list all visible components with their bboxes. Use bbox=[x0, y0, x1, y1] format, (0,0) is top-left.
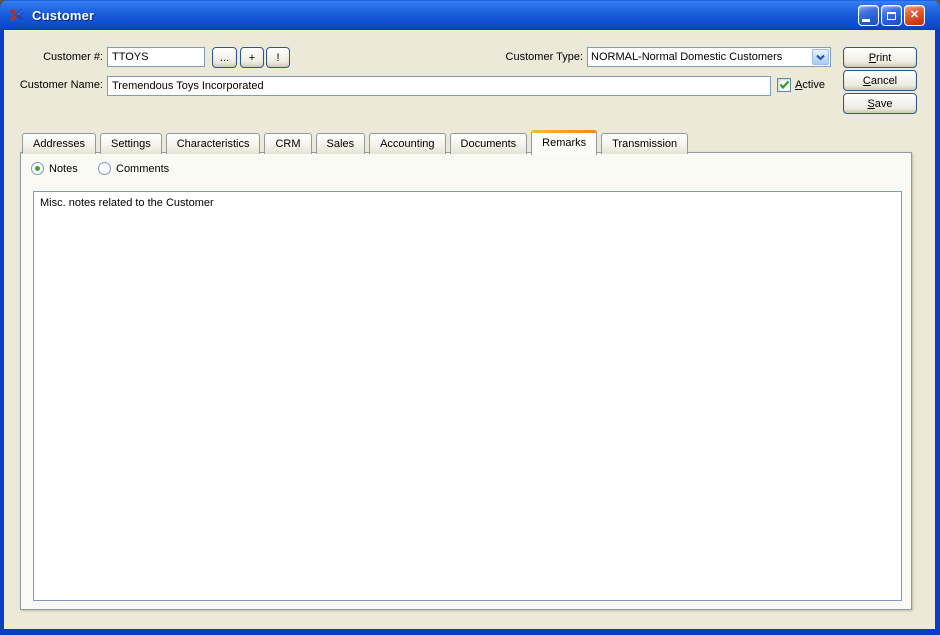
radio-dot-icon bbox=[35, 166, 40, 171]
tab-documents[interactable]: Documents bbox=[449, 133, 528, 154]
info-button[interactable]: ! bbox=[266, 47, 290, 68]
active-checkbox[interactable] bbox=[777, 78, 791, 92]
save-button[interactable]: Save bbox=[843, 93, 917, 114]
minimize-button[interactable] bbox=[858, 5, 879, 26]
tab-addresses[interactable]: Addresses bbox=[22, 133, 96, 154]
save-button-label: Save bbox=[867, 97, 893, 110]
maximize-button[interactable] bbox=[881, 5, 902, 26]
chevron-down-icon[interactable] bbox=[812, 49, 829, 65]
tab-characteristics[interactable]: Characteristics bbox=[165, 133, 261, 154]
tab-sales[interactable]: Sales bbox=[315, 133, 366, 154]
window-title: Customer bbox=[32, 7, 95, 23]
active-label: Active bbox=[795, 79, 825, 91]
tab-accounting[interactable]: Accounting bbox=[369, 133, 446, 154]
client-area: Customer #: ... + ! Customer Type: NORMA… bbox=[4, 30, 935, 629]
customer-name-label: Customer Name: bbox=[19, 79, 103, 91]
notes-radio[interactable] bbox=[31, 162, 44, 175]
add-button-label: + bbox=[248, 51, 256, 64]
close-icon: ✕ bbox=[909, 9, 920, 21]
customer-number-label: Customer #: bbox=[43, 51, 103, 63]
customer-name-input[interactable] bbox=[107, 76, 771, 96]
tab-remarks[interactable]: Remarks bbox=[531, 130, 598, 155]
tab-transmission[interactable]: Transmission bbox=[601, 133, 689, 154]
maximize-icon bbox=[887, 11, 896, 20]
tab-content-panel: Notes Comments Misc. notes related to th… bbox=[20, 152, 912, 610]
cancel-button[interactable]: Cancel bbox=[843, 70, 917, 91]
comments-radio[interactable] bbox=[98, 162, 111, 175]
info-button-label: ! bbox=[276, 51, 280, 64]
tab-bar: Addresses Settings Characteristics CRM S… bbox=[22, 129, 689, 155]
customer-type-label: Customer Type: bbox=[505, 51, 583, 63]
cancel-button-label: Cancel bbox=[862, 74, 898, 87]
lookup-button[interactable]: ... bbox=[212, 47, 237, 68]
app-icon bbox=[9, 7, 25, 23]
tab-crm[interactable]: CRM bbox=[264, 133, 312, 154]
notes-radio-label: Notes bbox=[49, 163, 78, 175]
customer-type-select[interactable]: NORMAL-Normal Domestic Customers bbox=[587, 47, 831, 67]
customer-number-input[interactable] bbox=[107, 47, 205, 67]
print-button-label: Print bbox=[868, 51, 892, 64]
window-controls: ✕ bbox=[858, 5, 925, 26]
customer-type-value: NORMAL-Normal Domestic Customers bbox=[591, 51, 783, 63]
checkmark-icon bbox=[779, 80, 789, 90]
print-button[interactable]: Print bbox=[843, 47, 917, 68]
add-button[interactable]: + bbox=[240, 47, 264, 68]
titlebar[interactable]: Customer ✕ bbox=[0, 0, 940, 30]
comments-radio-label: Comments bbox=[116, 163, 170, 175]
customer-window: Customer ✕ Customer #: ... + ! Customer … bbox=[0, 0, 940, 635]
close-button[interactable]: ✕ bbox=[904, 5, 925, 26]
notes-textarea[interactable]: Misc. notes related to the Customer bbox=[33, 191, 902, 601]
minimize-icon bbox=[862, 19, 870, 22]
lookup-button-label: ... bbox=[219, 51, 230, 64]
tab-settings[interactable]: Settings bbox=[99, 133, 162, 154]
